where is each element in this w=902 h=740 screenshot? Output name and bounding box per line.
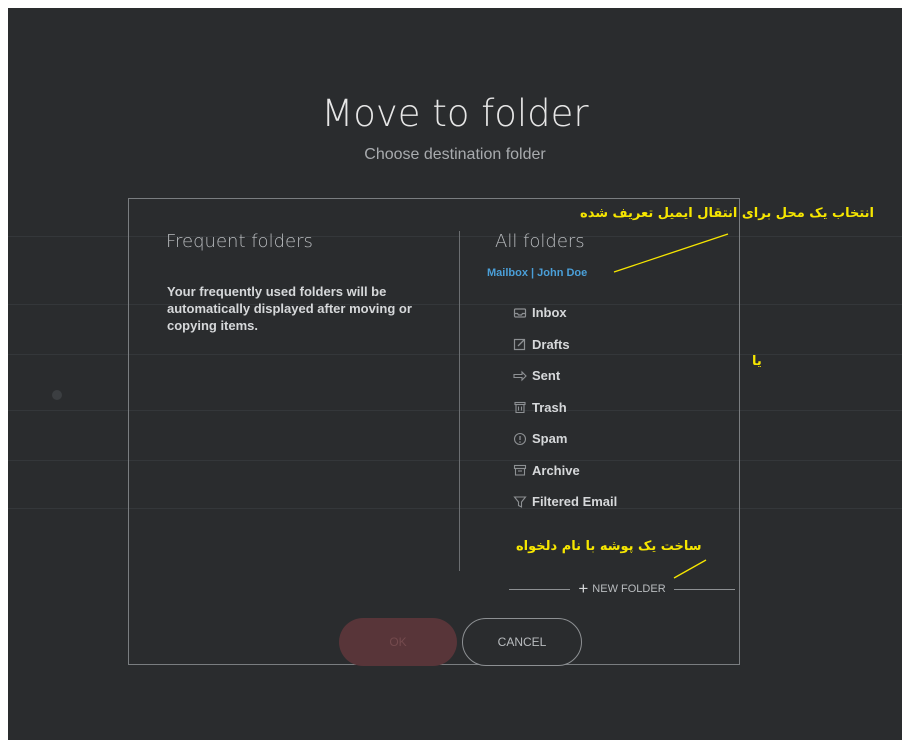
folder-item-sent[interactable]: Sent — [513, 360, 617, 392]
dialog-title: Move to folder — [321, 92, 589, 135]
plus-icon: + — [578, 579, 589, 598]
folder-item-filtered-email[interactable]: Filtered Email — [513, 486, 617, 518]
folder-label: Drafts — [532, 336, 570, 352]
trash-icon — [513, 400, 527, 414]
dialog-subtitle: Choose destination folder — [364, 146, 546, 163]
drafts-icon — [513, 337, 527, 351]
background-dot — [52, 390, 62, 400]
all-folders-heading: All folders — [495, 231, 585, 252]
annotation-or: یا — [752, 354, 762, 369]
folder-picker-panel: Frequent folders Your frequently used fo… — [128, 198, 740, 665]
folder-list: Inbox Drafts Sent Trash Spam Archive Fil… — [513, 297, 617, 518]
new-folder-row: + NEW FOLDER — [509, 579, 735, 599]
folder-item-spam[interactable]: Spam — [513, 423, 617, 455]
folder-label: Archive — [532, 462, 580, 478]
folder-label: Inbox — [532, 305, 567, 321]
ok-button[interactable]: OK — [339, 618, 457, 666]
folder-item-archive[interactable]: Archive — [513, 455, 617, 487]
filter-icon — [513, 495, 527, 509]
inbox-icon — [513, 306, 527, 320]
folder-label: Trash — [532, 399, 567, 415]
folder-label: Sent — [532, 368, 561, 384]
cancel-button[interactable]: CANCEL — [462, 618, 582, 666]
mailbox-label[interactable]: Mailbox | John Doe — [487, 267, 587, 279]
folder-label: Spam — [532, 431, 568, 447]
new-folder-button[interactable]: + NEW FOLDER — [570, 579, 673, 599]
archive-icon — [513, 463, 527, 477]
frequent-folders-heading: Frequent folders — [166, 231, 313, 252]
annotation-select-location: انتخاب یک محل برای انتقال ایمیل تعریف شد… — [580, 206, 874, 221]
move-to-folder-screen: Move to folder Choose destination folder… — [8, 8, 902, 740]
folder-item-trash[interactable]: Trash — [513, 392, 617, 424]
spam-icon — [513, 432, 527, 446]
annotation-create-folder: ساخت یک پوشه با نام دلخواه — [516, 539, 702, 554]
column-divider — [459, 231, 460, 571]
divider-line — [673, 588, 735, 590]
folder-item-drafts[interactable]: Drafts — [513, 329, 617, 361]
folder-label: Filtered Email — [532, 494, 618, 510]
frequent-folders-description: Your frequently used folders will be aut… — [167, 284, 412, 333]
sent-icon — [513, 369, 527, 383]
divider-line — [509, 588, 571, 590]
new-folder-label: NEW FOLDER — [592, 583, 666, 595]
folder-item-inbox[interactable]: Inbox — [513, 297, 617, 329]
